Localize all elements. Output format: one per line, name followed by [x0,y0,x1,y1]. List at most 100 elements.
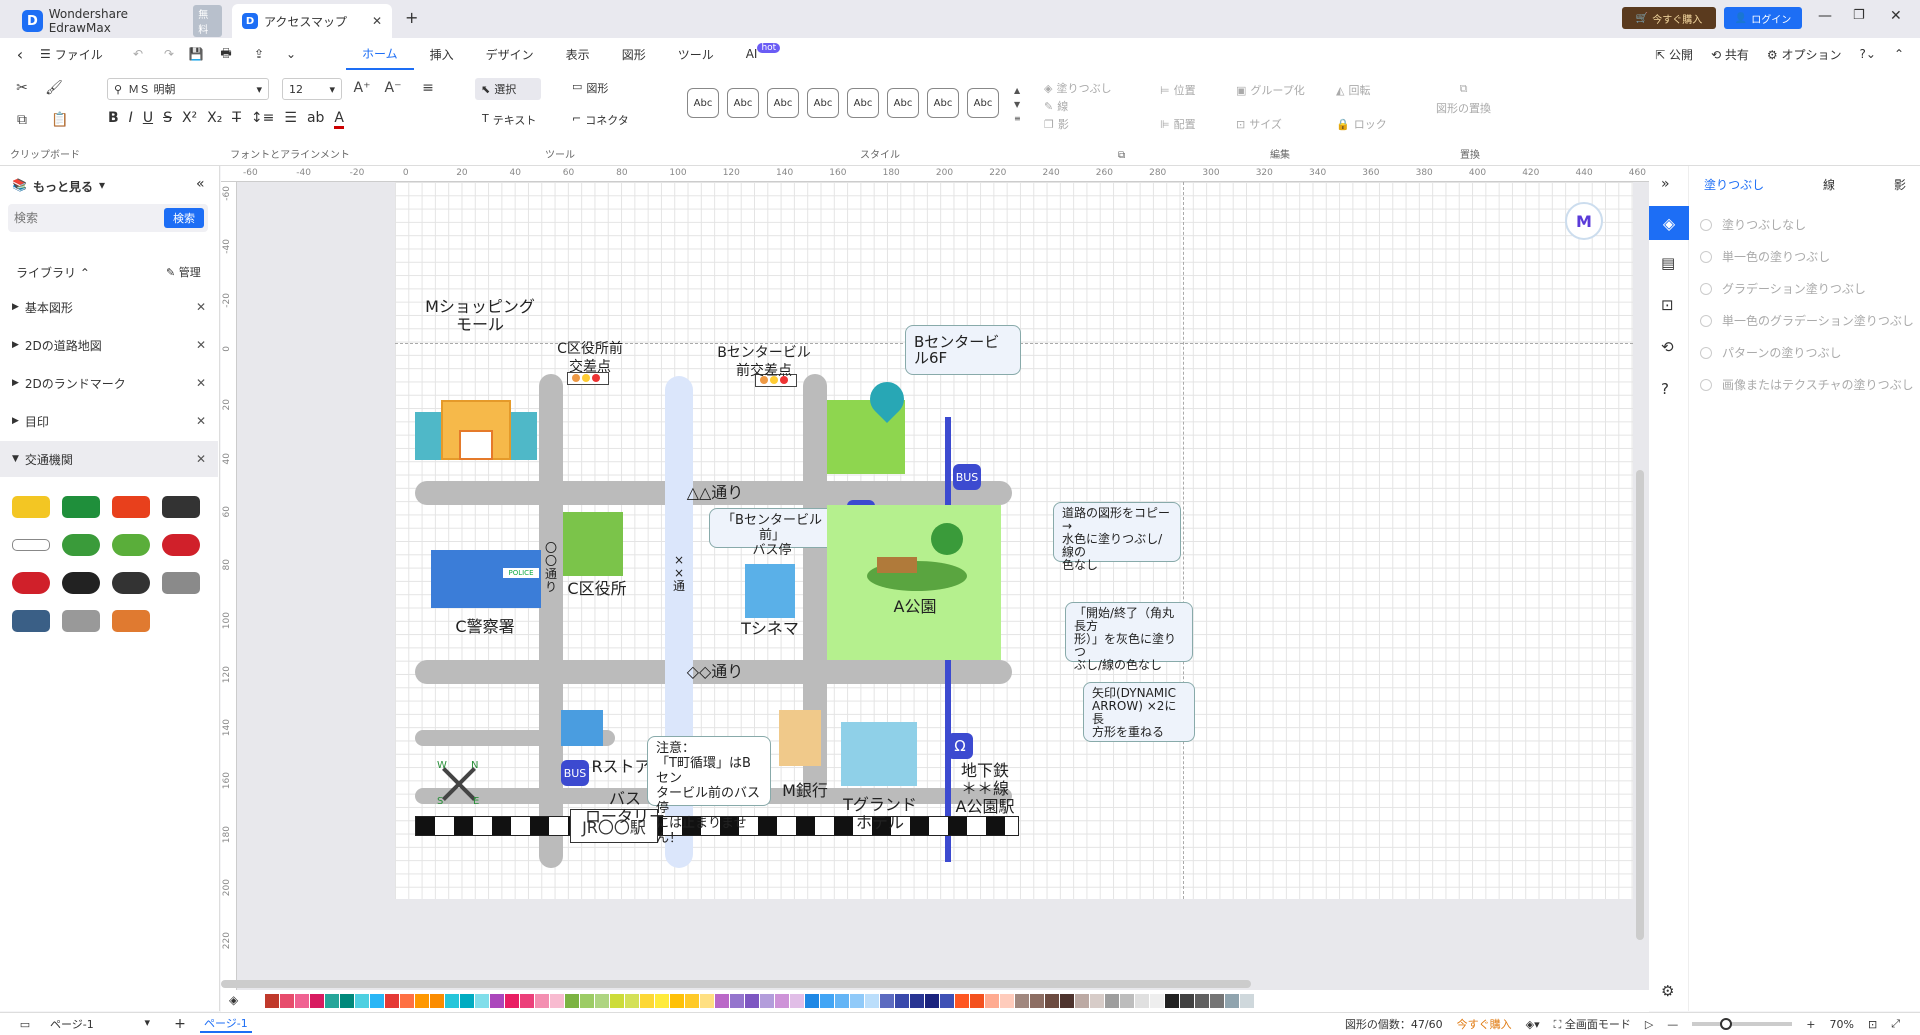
print-icon[interactable]: 🖶 [210,44,242,65]
size-button[interactable]: ⊡ サイズ [1236,116,1282,132]
color-swatch[interactable] [940,994,954,1008]
color-swatch[interactable] [655,994,669,1008]
collapse-panel-icon[interactable]: « [196,176,205,192]
back-icon[interactable]: ‹ [0,45,40,64]
expand-panel-icon[interactable]: » [1661,176,1670,192]
decrease-font-icon[interactable]: A⁻ [383,78,403,98]
options-button[interactable]: ⚙ オプション [1767,46,1842,63]
restore-icon[interactable]: ❐ [1853,8,1865,23]
fill-option-single-gradient[interactable]: 単一色のグラデーション塗りつぶし [1700,312,1914,329]
fill-option-solid[interactable]: 単一色の塗りつぶし [1700,248,1830,265]
style-preset-2[interactable]: Abc [727,88,759,118]
color-swatch[interactable] [925,994,939,1008]
bold-icon[interactable]: B [108,110,119,129]
color-swatch[interactable] [865,994,879,1008]
horizontal-scrollbar[interactable] [221,980,1251,988]
bus-rotary-label[interactable]: バス ロータリー [585,790,665,826]
close-icon[interactable]: ✕ [196,452,206,466]
page-layout-icon[interactable]: ▭ [0,1018,50,1031]
italic-icon[interactable]: I [129,110,133,129]
park-label[interactable]: A公園 [885,598,945,616]
tanker-truck-icon[interactable] [62,610,100,632]
color-swatch[interactable] [1210,994,1224,1008]
fill-option-texture[interactable]: 画像またはテクスチャの塗りつぶし [1700,376,1914,393]
color-swatch[interactable] [430,994,444,1008]
black-car-icon[interactable] [162,496,200,518]
fill-bucket-icon[interactable]: ◈ [229,993,238,1007]
replace-shape-button[interactable]: ⧉ 図形の置換 [1436,82,1491,116]
zoom-in-icon[interactable]: + [1806,1018,1815,1031]
position-button[interactable]: ⊨ 位置 [1160,82,1196,98]
color-swatch[interactable] [1150,994,1164,1008]
hotel-label[interactable]: Tグランド ホテル [835,796,925,832]
ward-crossing-label[interactable]: C区役所前 交差点 [545,340,635,376]
font-size-select[interactable]: 12 ▾ [282,78,342,100]
page-tab[interactable]: ページ-1 [200,1015,252,1033]
bus-stop-callout[interactable]: 「Bセンタービル前」 バス停 [709,508,835,558]
color-swatch[interactable] [310,994,324,1008]
tab-insert[interactable]: 挿入 [414,38,470,70]
bcenter-6f-callout[interactable]: Bセンタービル6F [905,325,1021,375]
font-color-icon[interactable]: A [334,110,344,129]
color-swatch[interactable] [505,994,519,1008]
green-sedan-2-icon[interactable] [112,534,150,556]
green-sedan-icon[interactable] [62,534,100,556]
color-swatch[interactable] [1225,994,1239,1008]
color-swatch[interactable] [835,994,849,1008]
limo-icon[interactable] [12,539,50,551]
color-swatch[interactable] [1195,994,1209,1008]
color-swatch[interactable] [400,994,414,1008]
underline-icon[interactable]: U [143,110,153,129]
zoom-slider[interactable] [1692,1018,1793,1030]
rotate-button[interactable]: ◭ 回転 [1336,82,1370,98]
tab-shape[interactable]: 図形 [606,38,662,70]
color-swatch[interactable] [955,994,969,1008]
orange-truck-icon[interactable] [112,610,150,632]
zoom-out-icon[interactable]: — [1667,1018,1678,1031]
collapse-ribbon-icon[interactable]: ⌃ [1894,47,1904,61]
color-swatch[interactable] [730,994,744,1008]
close-icon[interactable]: ✕ [196,300,206,314]
color-swatch[interactable] [580,994,594,1008]
color-swatch[interactable] [1075,994,1089,1008]
style-preset-6[interactable]: Abc [887,88,919,118]
hotel-building[interactable] [841,722,917,786]
tab-tools[interactable]: ツール [662,38,730,70]
status-buy-link[interactable]: 今すぐ購入 [1457,1016,1512,1032]
color-swatch[interactable] [805,994,819,1008]
color-swatch[interactable] [970,994,984,1008]
shape-tool-button[interactable]: ▭ 図形 [572,80,608,96]
layers-icon[interactable]: ◈▾ [1526,1018,1540,1031]
search-button[interactable]: 検索 [164,208,204,228]
bcenter-crossing-label[interactable]: Bセンタービル 前交差点 [707,344,821,380]
login-button[interactable]: 👤 ログイン [1724,7,1802,29]
color-swatch[interactable] [1135,994,1149,1008]
note-road-copy[interactable]: 道路の図形をコピー→ 水色に塗りつぶし/線の 色なし [1053,502,1181,572]
lock-button[interactable]: 🔒 ロック [1336,116,1387,132]
color-swatch[interactable] [880,994,894,1008]
note-start-end[interactable]: 「開始/終了（角丸長方 形）」を灰色に塗りつ ぶし/線の色なし [1065,602,1193,672]
close-window-icon[interactable]: ✕ [1890,8,1902,24]
color-swatch[interactable] [355,994,369,1008]
fit-page-icon[interactable]: ⊡ [1868,1018,1877,1031]
bus-stop-icon[interactable]: BUS [953,464,981,490]
drawing-page[interactable]: JR〇〇駅 Mショッピング モール C区役所前 交差点 Bセンタービル 前交差点… [395,182,1633,899]
store-building[interactable] [561,710,603,746]
fill-option-gradient[interactable]: グラデーション塗りつぶし [1700,280,1866,297]
tab-home[interactable]: ホーム [346,38,414,70]
fill-button[interactable]: ◈ 塗りつぶし [1044,80,1112,96]
app-tab[interactable]: D Wondershare EdrawMax 無料 [12,4,232,38]
redo-icon[interactable]: ↷ [156,47,182,61]
minimize-icon[interactable]: — [1818,8,1832,24]
font-family-select[interactable]: ⚲ ＭＳ 明朝 ▾ [107,78,269,100]
align-icon[interactable]: ≡ [418,78,438,98]
color-swatch[interactable] [1165,994,1179,1008]
document-icon[interactable]: ▤ [1661,254,1675,272]
group-button[interactable]: ▣ グループ化 [1236,82,1305,98]
color-swatch[interactable] [1015,994,1029,1008]
red-coupe-icon[interactable] [12,572,50,594]
road-oo-street[interactable] [539,374,563,868]
line-spacing-icon[interactable]: ↕≡ [251,110,274,129]
settings-icon[interactable]: ⚙ [1661,982,1674,1000]
color-swatch[interactable] [745,994,759,1008]
